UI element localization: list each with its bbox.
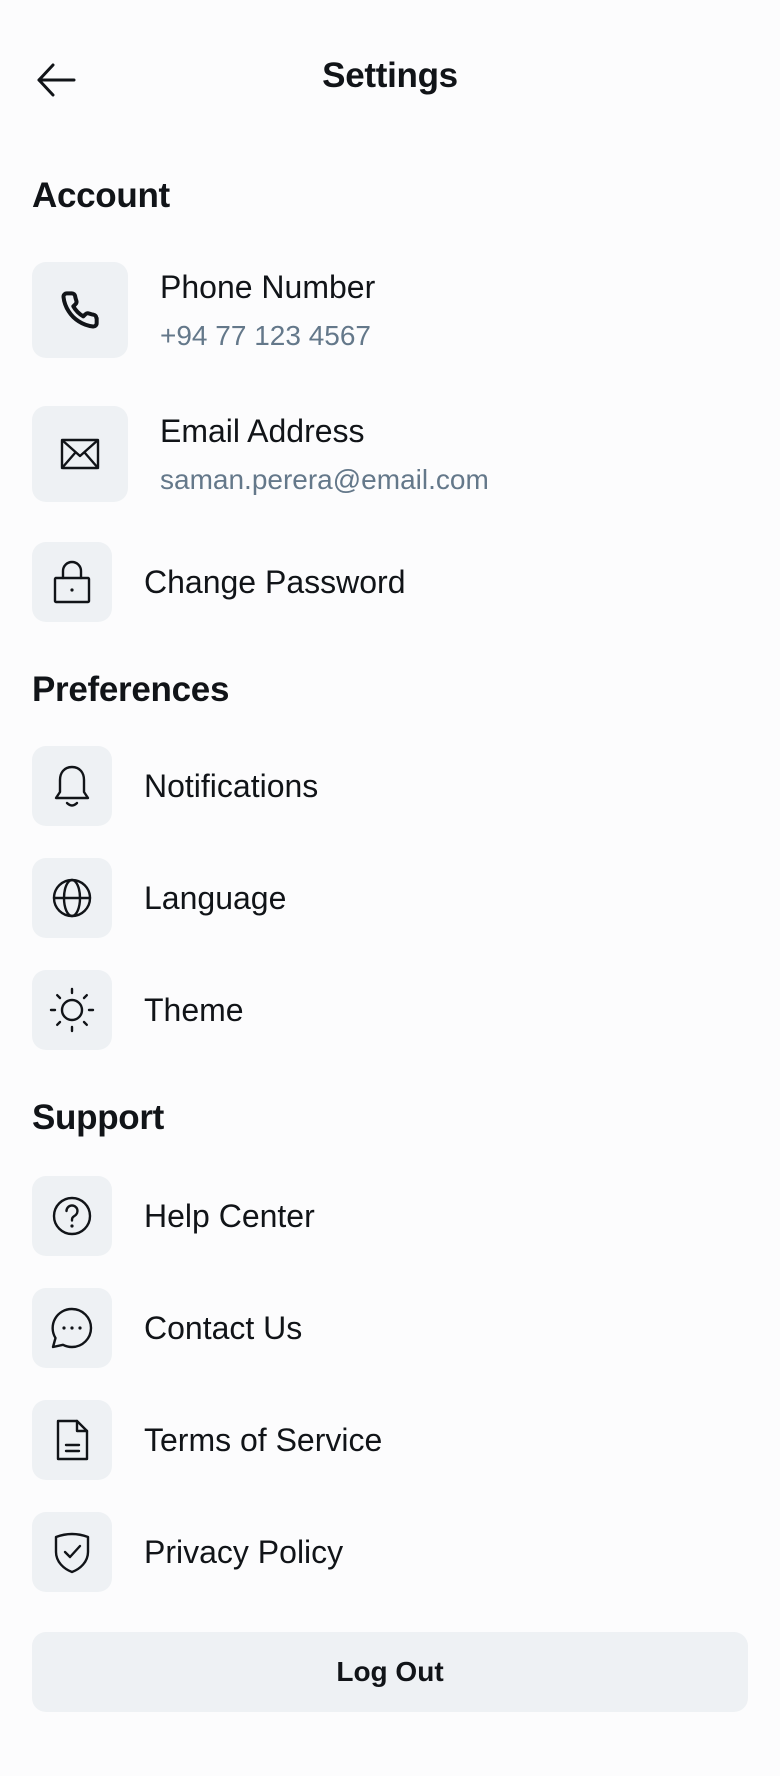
mail-icon (60, 438, 100, 470)
contact-us-label: Contact Us (144, 1309, 303, 1346)
phone-tile (32, 262, 128, 358)
message-circle-icon (51, 1307, 93, 1349)
phone-number-row[interactable]: Phone Number +94 77 123 4567 (32, 262, 748, 358)
email-address-label: Email Address (160, 412, 365, 449)
change-password-label: Change Password (144, 563, 406, 600)
preferences-item-theme[interactable]: Theme (32, 970, 748, 1050)
support-item-privacy-policy[interactable]: Privacy Policy (32, 1512, 748, 1592)
preferences-item-notifications[interactable]: Notifications (32, 746, 748, 826)
globe-icon (52, 878, 92, 918)
email-address-row[interactable]: Email Address saman.perera@email.com (32, 406, 748, 502)
notifications-label: Notifications (144, 767, 319, 804)
section-title-account: Account (32, 176, 170, 215)
bell-tile (32, 746, 112, 826)
lock-icon (53, 560, 91, 604)
phone-icon (61, 291, 99, 329)
phone-number-label: Phone Number (160, 268, 376, 305)
sun-icon (49, 987, 95, 1033)
support-item-terms-of-service[interactable]: Terms of Service (32, 1400, 748, 1480)
document-tile (32, 1400, 112, 1480)
support-item-help-center[interactable]: Help Center (32, 1176, 748, 1256)
page-title: Settings (322, 56, 458, 95)
document-icon (56, 1419, 89, 1461)
email-tile (32, 406, 128, 502)
shield-check-icon (54, 1532, 90, 1574)
help-center-label: Help Center (144, 1197, 315, 1234)
sun-tile (32, 970, 112, 1050)
terms-of-service-label: Terms of Service (144, 1421, 383, 1458)
language-label: Language (144, 879, 287, 916)
logout-button[interactable]: Log Out (32, 1632, 748, 1712)
header: Settings (0, 0, 780, 160)
email-address-value: saman.perera@email.com (160, 463, 489, 495)
message-tile (32, 1288, 112, 1368)
section-title-preferences: Preferences (32, 670, 230, 709)
help-circle-icon (52, 1196, 92, 1236)
help-tile (32, 1176, 112, 1256)
theme-label: Theme (144, 991, 244, 1028)
privacy-policy-label: Privacy Policy (144, 1533, 344, 1570)
bell-icon (54, 765, 90, 807)
globe-tile (32, 858, 112, 938)
change-password-row[interactable]: Change Password (32, 542, 748, 622)
lock-tile (32, 542, 112, 622)
shield-tile (32, 1512, 112, 1592)
phone-number-value: +94 77 123 4567 (160, 319, 371, 351)
support-item-contact-us[interactable]: Contact Us (32, 1288, 748, 1368)
preferences-item-language[interactable]: Language (32, 858, 748, 938)
section-title-support: Support (32, 1098, 165, 1137)
